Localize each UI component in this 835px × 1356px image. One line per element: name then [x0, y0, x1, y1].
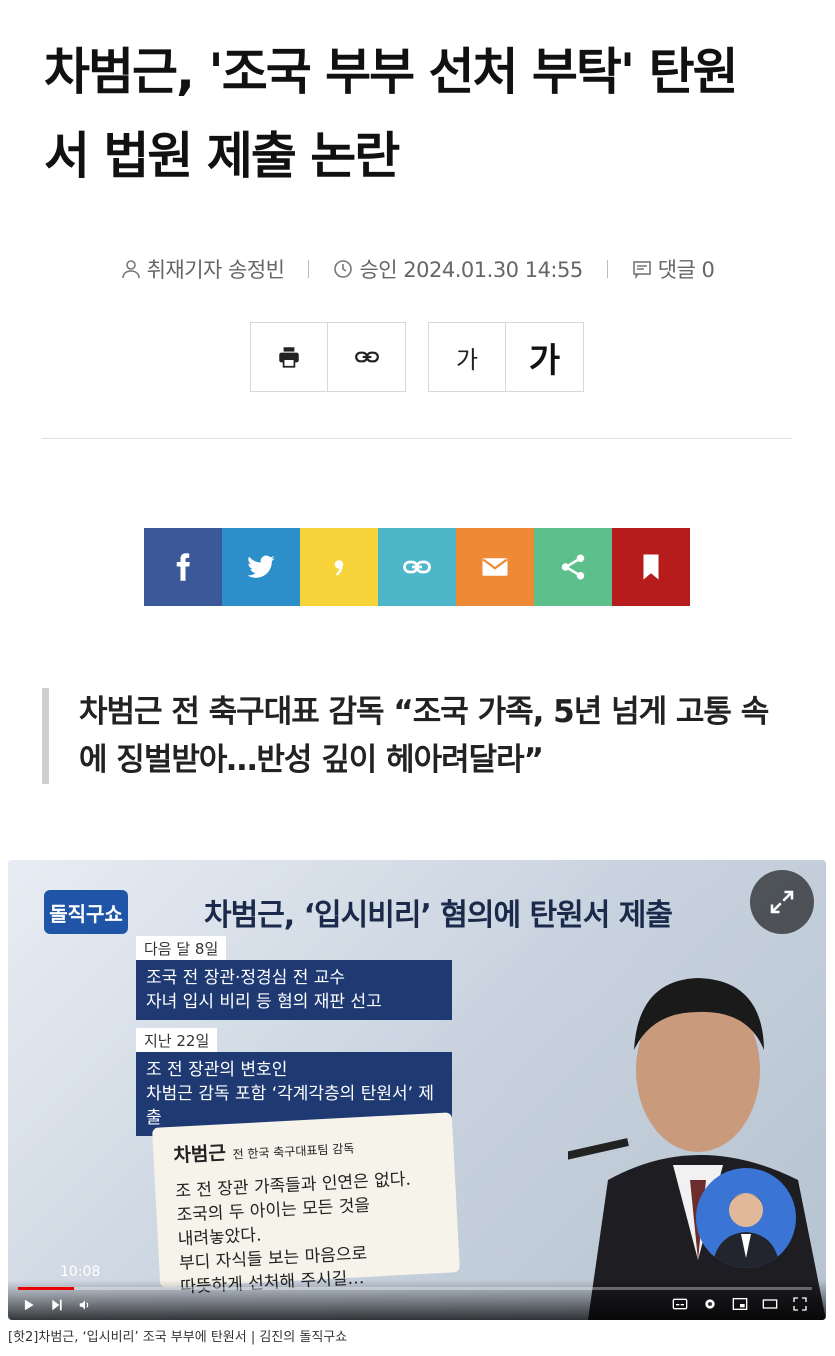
article-meta: 취재기자 송정빈 승인 2024.01.30 14:55 댓글 0 [0, 254, 835, 284]
print-button[interactable] [251, 323, 328, 391]
expand-icon [770, 890, 794, 914]
bookmark-button[interactable] [612, 528, 690, 606]
link-share-button[interactable] [378, 528, 456, 606]
fullscreen-icon[interactable] [792, 1296, 808, 1312]
comma-icon [334, 560, 344, 576]
headline-line-2: 서 법원 제출 논란 [44, 127, 400, 185]
info-box-1: 조국 전 장관·정경심 전 교수 자녀 입시 비리 등 혐의 재판 선고 [136, 960, 452, 1020]
bookmark-icon [643, 554, 659, 580]
printer-icon [279, 347, 299, 368]
expand-button[interactable] [750, 870, 814, 934]
facebook-share-button[interactable] [144, 528, 222, 606]
email-icon [482, 558, 508, 576]
twitter-icon [247, 555, 275, 578]
next-icon[interactable] [50, 1298, 64, 1312]
article-headline: 차범근, '조국 부부 선처 부탁' 탄원 서 법원 제출 논란 [44, 30, 804, 198]
comments-link[interactable]: 댓글 0 [632, 254, 715, 284]
theater-icon[interactable] [762, 1296, 778, 1312]
subhead-line-2: 에 징벌받아…반성 깊이 헤아려달라” [79, 742, 544, 778]
volume-icon[interactable] [78, 1298, 92, 1312]
approval-text: 승인 2024.01.30 14:55 [359, 258, 583, 282]
meta-divider [606, 260, 608, 278]
settings-icon[interactable] [702, 1296, 718, 1312]
channel-logo: 돌직구쇼 [44, 890, 128, 934]
date-label-2: 지난 22일 [136, 1028, 218, 1053]
video-headline: 차범근, ‘입시비리’ 혐의에 탄원서 제출 [204, 898, 673, 933]
section-divider [42, 438, 792, 439]
share-icon [561, 554, 585, 580]
info-box-1-line-1: 조국 전 장관·정경심 전 교수 [146, 968, 346, 988]
subhead-line-1: 차범근 전 축구대표 감독 “조국 가족, 5년 넘게 고통 속 [79, 694, 769, 730]
petition-paper: 차범근 전 한국 축구대표팀 감독 조 전 장관 가족들과 인연은 없다. 조국… [152, 1112, 460, 1298]
headline-line-1: 차범근, '조국 부부 선처 부탁' 탄원 [44, 43, 739, 101]
share-bar [144, 528, 690, 606]
more-share-button[interactable] [534, 528, 612, 606]
reporter-name: 취재기자 송정빈 [146, 258, 285, 282]
video-caption[interactable]: [핫2]차범근, ‘입시비리’ 조국 부부에 탄원서 | 김진의 돌직구쇼 [8, 1326, 347, 1345]
anchor-inset [696, 1168, 796, 1268]
font-decrease-button[interactable]: 가 [429, 323, 506, 391]
play-icon[interactable] [22, 1298, 36, 1312]
miniplayer-icon[interactable] [732, 1296, 748, 1312]
article-subheading: 차범근 전 축구대표 감독 “조국 가족, 5년 넘게 고통 속 에 징벌받아…… [42, 688, 802, 784]
reporter-info[interactable]: 취재기자 송정빈 [121, 254, 285, 284]
clock-icon [334, 260, 353, 278]
approval-time: 승인 2024.01.30 14:55 [333, 254, 583, 284]
font-increase-button[interactable]: 가 [506, 323, 583, 391]
facebook-icon [176, 553, 190, 581]
font-size-tools: 가 가 [428, 322, 584, 392]
broadcast-timecode: 10:08 [60, 1264, 101, 1280]
link-icon [354, 351, 379, 363]
info-box-2-line-1: 조 전 장관의 변호인 [146, 1060, 288, 1080]
petition-author: 차범근 전 한국 축구대표팀 감독 [172, 1141, 355, 1167]
comments-count: 댓글 0 [657, 258, 715, 282]
progress-bar[interactable] [18, 1287, 812, 1290]
comment-icon [632, 261, 651, 279]
print-link-tools [250, 322, 406, 392]
copy-link-button[interactable] [328, 323, 405, 391]
speaker-photo [568, 978, 826, 1320]
twitter-share-button[interactable] [222, 528, 300, 606]
date-label-1: 다음 달 8일 [136, 936, 227, 961]
person-icon [121, 260, 140, 279]
email-share-button[interactable] [456, 528, 534, 606]
kakao-share-button[interactable] [300, 528, 378, 606]
video-player[interactable]: 돌직구쇼 차범근, ‘입시비리’ 혐의에 탄원서 제출 다음 달 8일 조국 전… [8, 860, 826, 1320]
player-controls [8, 1280, 826, 1320]
meta-divider [308, 260, 310, 278]
subtitles-icon[interactable] [672, 1296, 688, 1312]
progress-fill [18, 1287, 74, 1290]
link-icon [403, 560, 431, 574]
info-box-1-line-2: 자녀 입시 비리 등 혐의 재판 선고 [146, 992, 382, 1012]
